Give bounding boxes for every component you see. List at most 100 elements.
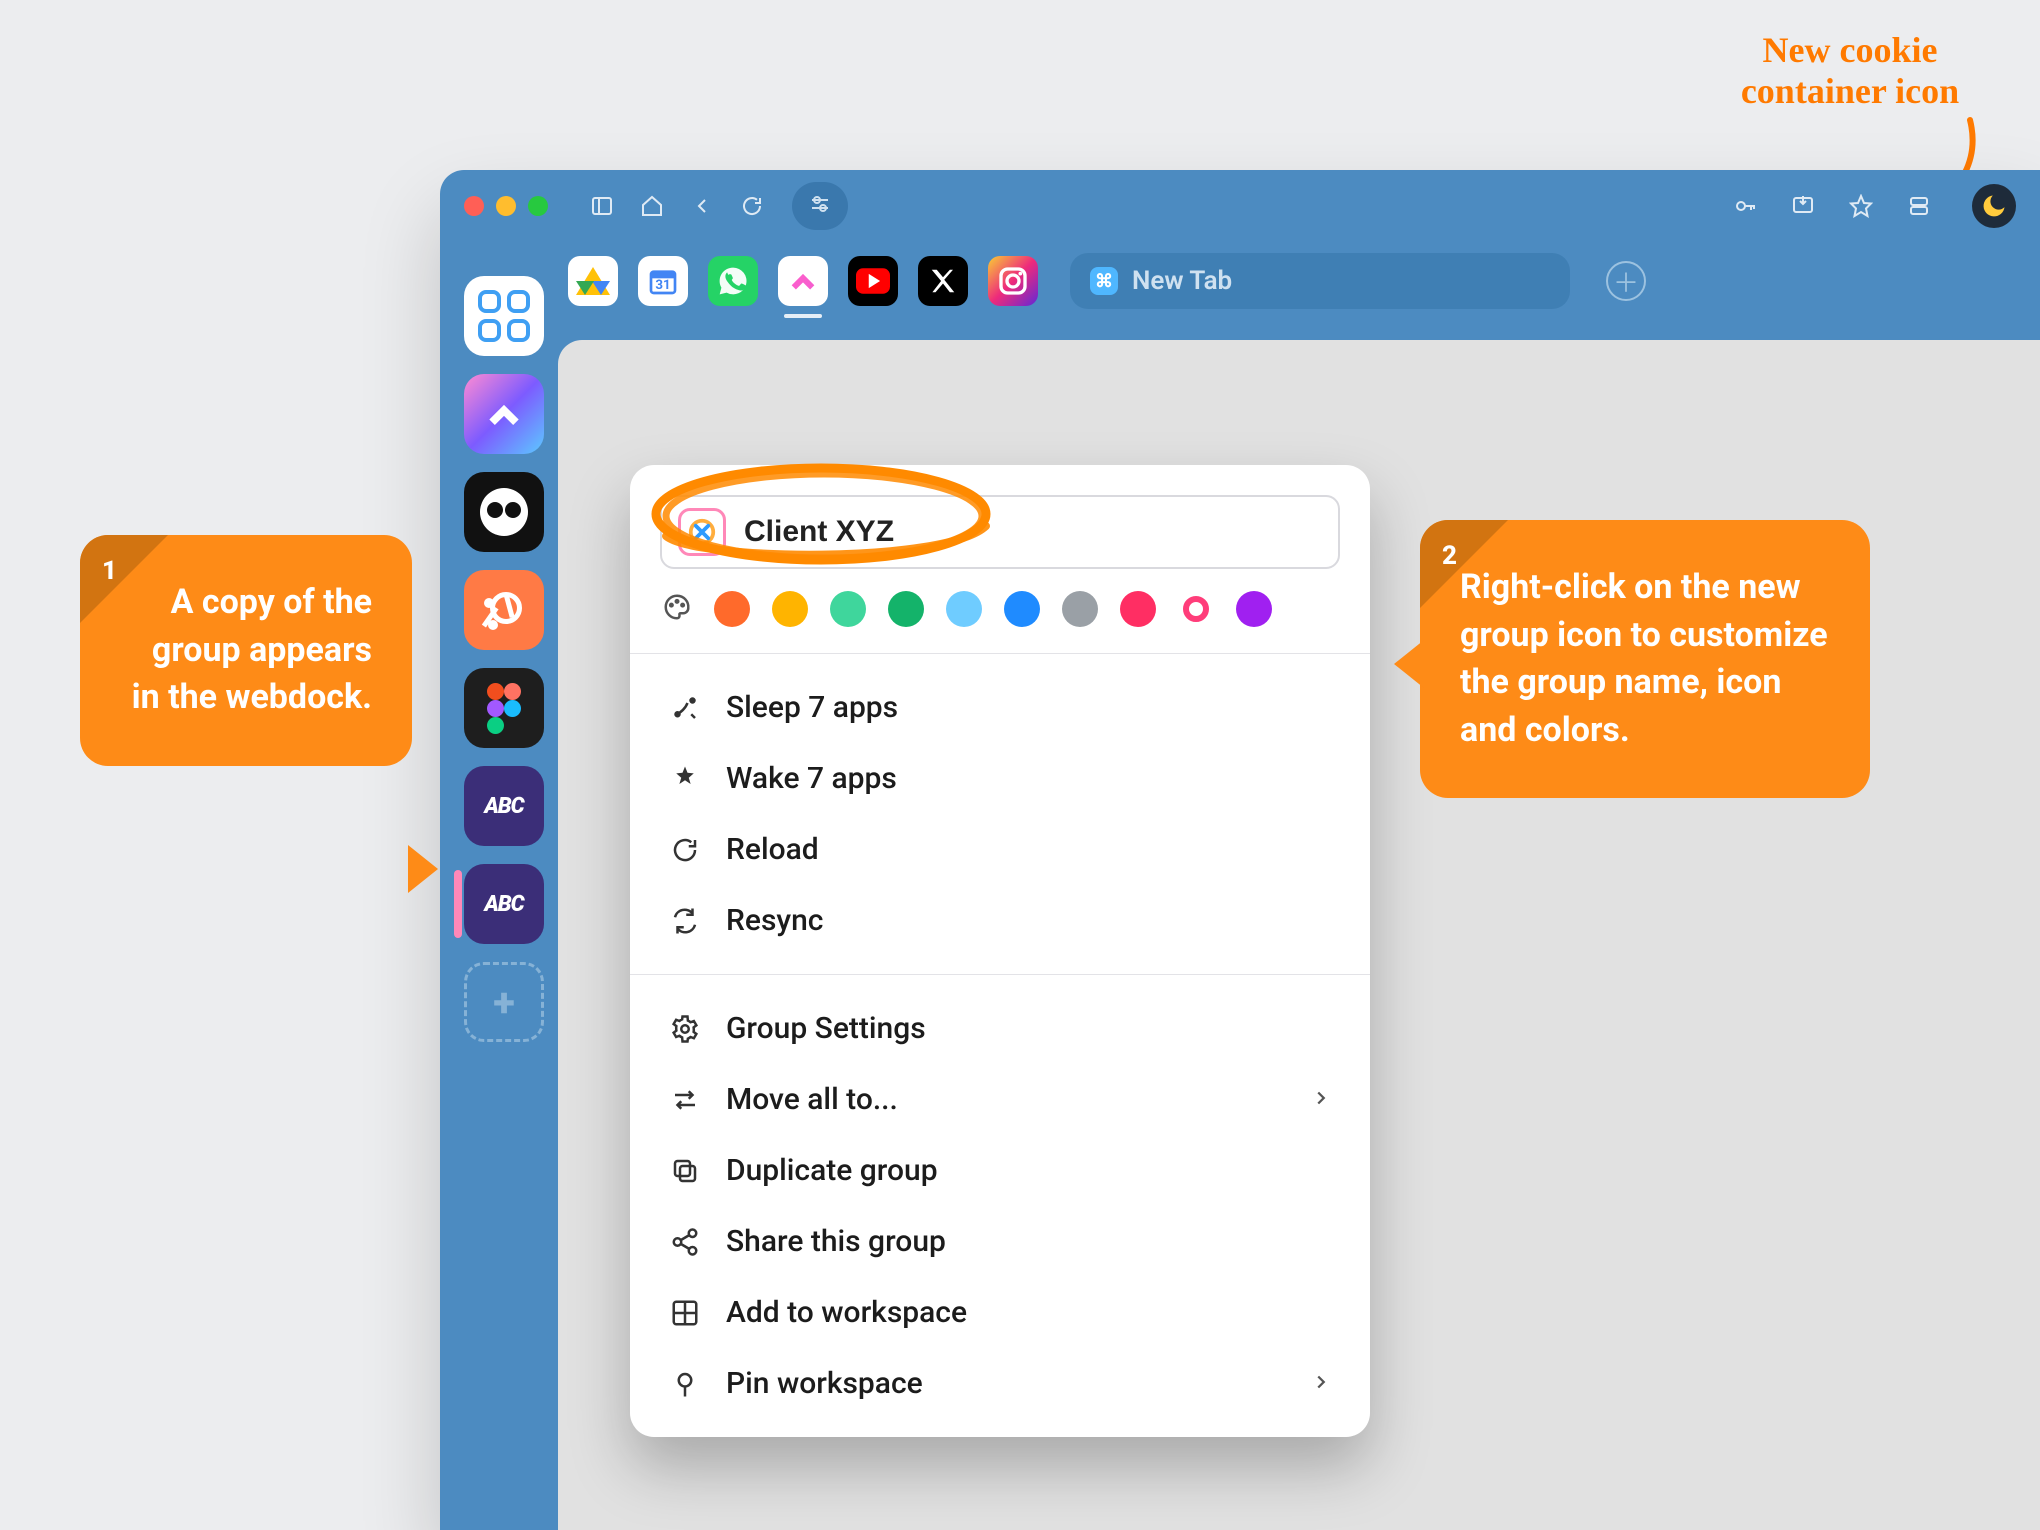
password-key-icon[interactable] (1728, 186, 1762, 226)
drive-icon (576, 267, 610, 295)
callout-1: 1 A copy of the group appears in the web… (80, 535, 412, 766)
menu-add-workspace[interactable]: Add to workspace (630, 1277, 1370, 1348)
pinned-app-calendar[interactable]: 31 (638, 256, 688, 306)
bookmark-star-icon[interactable] (1844, 186, 1878, 226)
workspace-icon (668, 1296, 702, 1330)
minimize-window-button[interactable] (496, 196, 516, 216)
color-swatch-orange[interactable] (714, 591, 750, 627)
chevron-right-icon (1310, 1366, 1332, 1401)
resync-icon (668, 904, 702, 938)
wake-icon (668, 762, 702, 796)
url-bar[interactable] (792, 182, 848, 230)
menu-pin-workspace[interactable]: Pin workspace (630, 1348, 1370, 1419)
color-swatch-blue[interactable] (1004, 591, 1040, 627)
titlebar (440, 170, 2040, 242)
new-tab-label: New Tab (1132, 266, 1232, 296)
menu-section-manage: Group Settings Move all to... Duplicate … (630, 975, 1370, 1437)
pinned-app-instagram[interactable] (988, 256, 1038, 306)
menu-resync[interactable]: Resync (630, 885, 1370, 956)
window-controls (464, 196, 548, 216)
webdock: ABC ABC + (454, 276, 554, 1042)
menu-item-label: Share this group (726, 1224, 946, 1259)
reload-icon (668, 833, 702, 867)
group-context-menu: Sleep 7 apps Wake 7 apps Reload Resync G… (630, 465, 1370, 1437)
color-swatch-ring[interactable] (1178, 591, 1214, 627)
install-app-icon[interactable] (1786, 186, 1820, 226)
dock-group-abc-copy[interactable]: ABC (464, 864, 544, 944)
color-swatch-sky[interactable] (946, 591, 982, 627)
maximize-window-button[interactable] (528, 196, 548, 216)
callout-number: 1 (102, 553, 117, 589)
color-swatch-grey[interactable] (1062, 591, 1098, 627)
dock-figma[interactable] (464, 668, 544, 748)
figma-icon (487, 683, 521, 733)
sidebar-toggle-button[interactable] (582, 186, 622, 226)
pin-icon (668, 1367, 702, 1401)
palette-icon[interactable] (662, 592, 692, 626)
color-swatch-mint[interactable] (830, 591, 866, 627)
menu-wake-apps[interactable]: Wake 7 apps (630, 743, 1370, 814)
close-window-button[interactable] (464, 196, 484, 216)
duplicate-icon (668, 1154, 702, 1188)
menu-item-label: Reload (726, 832, 819, 867)
instagram-icon (997, 265, 1029, 297)
callout-2: 2 Right-click on the new group icon to c… (1420, 520, 1870, 798)
menu-group-settings[interactable]: Group Settings (630, 993, 1370, 1064)
dock-clickup[interactable] (464, 374, 544, 454)
owl-icon (480, 488, 528, 536)
new-tab-button[interactable]: ＋ (1606, 261, 1646, 301)
pinned-app-drive[interactable] (568, 256, 618, 306)
dock-hootsuite[interactable] (464, 472, 544, 552)
settings-sliders-icon (808, 192, 832, 220)
chevron-right-icon (1310, 1082, 1332, 1117)
svg-text:31: 31 (655, 278, 670, 293)
back-button[interactable] (682, 186, 722, 226)
reload-button[interactable] (732, 186, 772, 226)
menu-item-label: Duplicate group (726, 1153, 938, 1188)
pinned-app-whatsapp[interactable] (708, 256, 758, 306)
menu-sleep-apps[interactable]: Sleep 7 apps (630, 672, 1370, 743)
pinned-app-youtube[interactable] (848, 256, 898, 306)
callout-text: Right-click on the new group icon to cus… (1460, 564, 1830, 754)
gear-icon (668, 1012, 702, 1046)
color-swatch-row (630, 591, 1370, 653)
color-swatch-pink[interactable] (1120, 591, 1156, 627)
menu-reload[interactable]: Reload (630, 814, 1370, 885)
pinned-app-x[interactable] (918, 256, 968, 306)
move-icon (668, 1083, 702, 1117)
dock-apps-grid[interactable] (464, 276, 544, 356)
dock-hubspot[interactable] (464, 570, 544, 650)
pinned-app-clickup[interactable] (778, 256, 828, 306)
menu-duplicate-group[interactable]: Duplicate group (630, 1135, 1370, 1206)
dock-group-abc-original[interactable]: ABC (464, 766, 544, 846)
menu-item-label: Pin workspace (726, 1366, 923, 1401)
home-button[interactable] (632, 186, 672, 226)
annotation-cookie-container: New cookie container icon (1700, 30, 2000, 113)
x-icon (928, 266, 958, 296)
menu-item-label: Move all to... (726, 1082, 898, 1117)
new-tab[interactable]: ⌘ New Tab (1070, 253, 1570, 309)
menu-item-label: Wake 7 apps (726, 761, 897, 796)
menu-share-group[interactable]: Share this group (630, 1206, 1370, 1277)
tab-groups-icon[interactable] (1902, 186, 1936, 226)
menu-item-label: Resync (726, 903, 823, 938)
callout-text: A copy of the group appears in the webdo… (120, 579, 372, 722)
apps-grid-icon (478, 290, 530, 342)
menu-item-label: Add to workspace (726, 1295, 967, 1330)
tabstrip: 31 ⌘ New Tab ＋ (440, 242, 2040, 320)
new-tab-favicon: ⌘ (1090, 267, 1118, 295)
callout-number: 2 (1442, 538, 1457, 574)
group-name-field[interactable] (660, 495, 1340, 569)
menu-move-all[interactable]: Move all to... (630, 1064, 1370, 1135)
group-name-input[interactable] (744, 515, 1322, 549)
clickup-icon (786, 264, 820, 298)
cookie-container-button[interactable] (1972, 184, 2016, 228)
color-swatch-purple[interactable] (1236, 591, 1272, 627)
whatsapp-icon (717, 265, 749, 297)
menu-item-label: Group Settings (726, 1011, 926, 1046)
menu-section-actions: Sleep 7 apps Wake 7 apps Reload Resync (630, 654, 1370, 974)
group-icon-picker[interactable] (678, 508, 726, 556)
color-swatch-green[interactable] (888, 591, 924, 627)
color-swatch-amber[interactable] (772, 591, 808, 627)
dock-add-button[interactable]: + (464, 962, 544, 1042)
